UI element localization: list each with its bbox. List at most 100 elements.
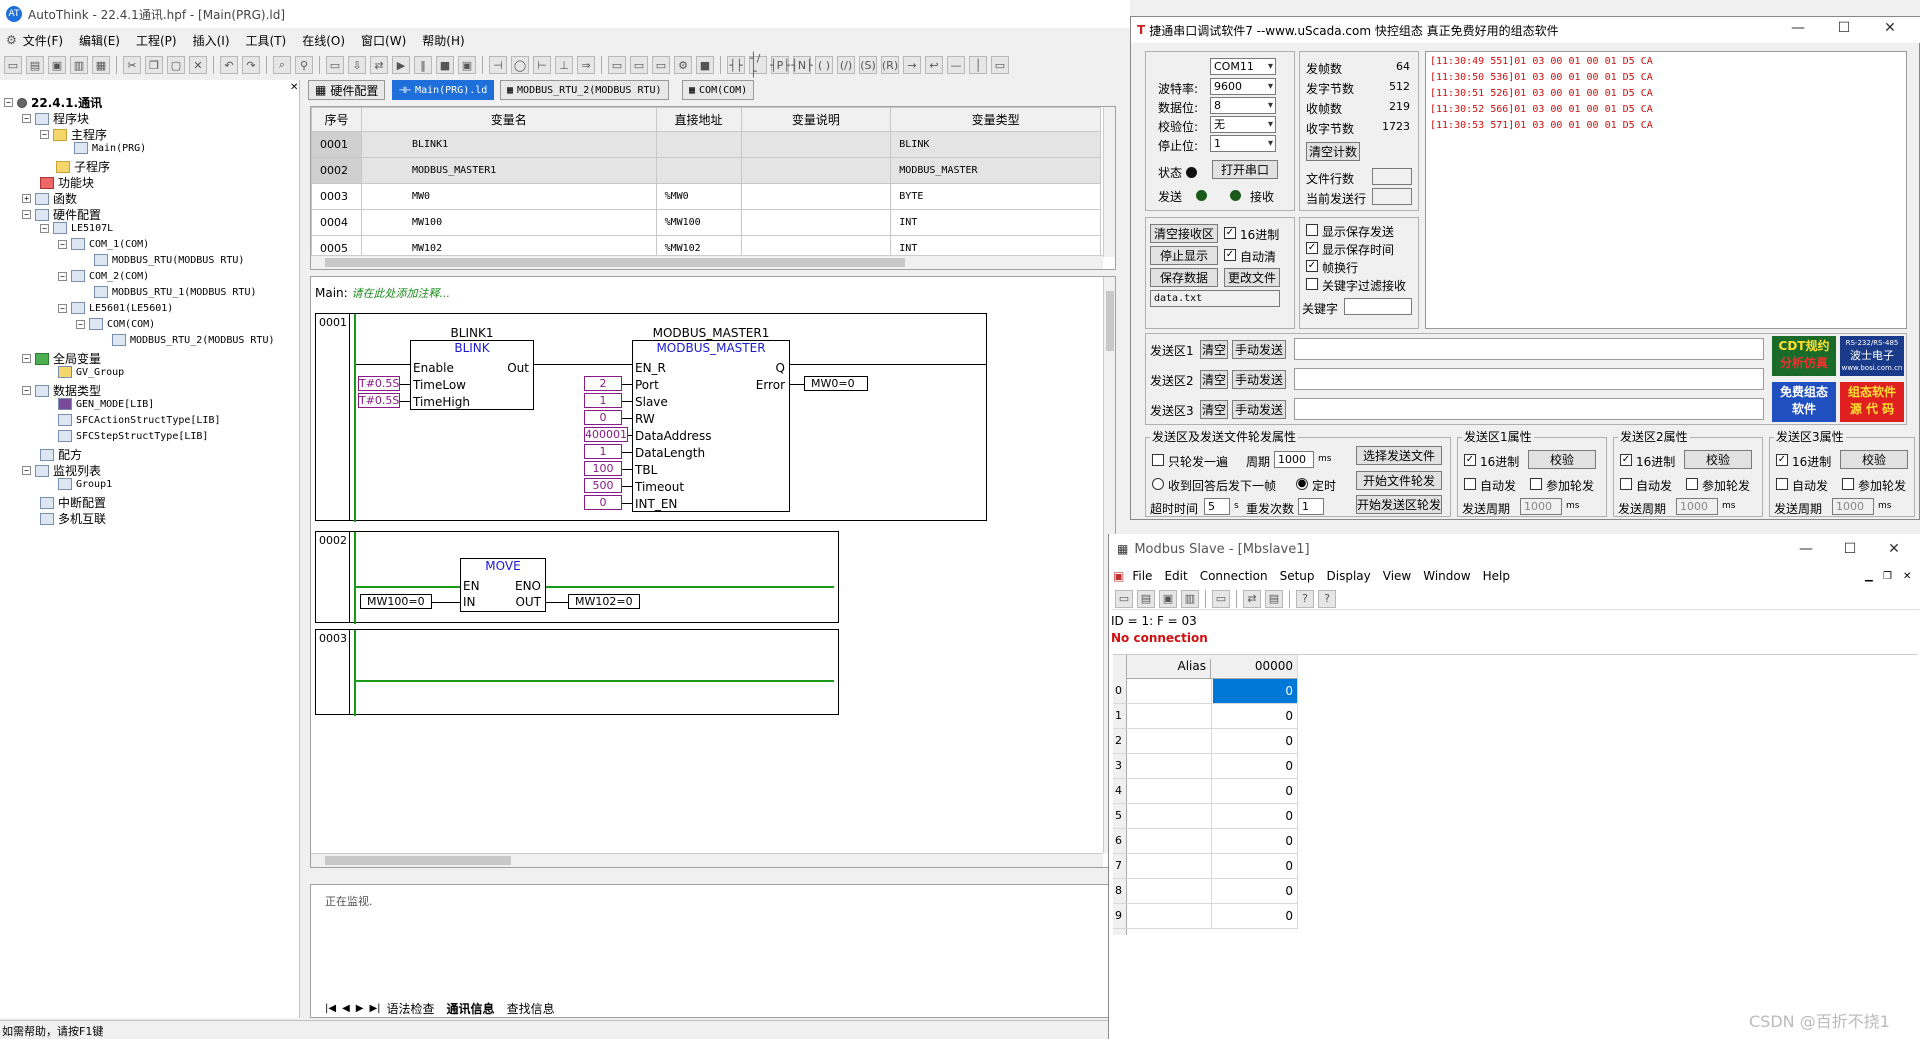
mm-error-output[interactable]: MW0=0 xyxy=(804,376,868,391)
window-icon[interactable]: ▭ xyxy=(1212,589,1230,608)
tree-item[interactable]: Group1 xyxy=(58,478,112,490)
collapse-icon[interactable]: − xyxy=(22,210,31,219)
tab-nav-next[interactable]: ▶ xyxy=(356,1003,364,1014)
clear-zone-2-button[interactable]: 清空 xyxy=(1200,370,1228,389)
contact-no-icon[interactable]: ┤├ xyxy=(727,56,745,74)
pause-icon[interactable]: ‖ xyxy=(414,56,432,74)
stop-display-button[interactable]: 停止显示 xyxy=(1150,246,1218,265)
manual-send-1-button[interactable]: 手动发送 xyxy=(1232,340,1286,359)
register-value[interactable]: 0 xyxy=(1213,884,1297,898)
print-preview-icon[interactable]: ▦ xyxy=(92,56,110,74)
zone2-period-field[interactable]: 1000 xyxy=(1676,498,1718,515)
window3-icon[interactable]: ▭ xyxy=(652,56,670,74)
collapse-icon[interactable]: − xyxy=(22,386,31,395)
menu-view[interactable]: View xyxy=(1383,569,1411,583)
collapse-icon[interactable]: − xyxy=(4,98,13,107)
register-value[interactable]: 0 xyxy=(1213,709,1297,723)
tab-com[interactable]: ▦ COM(COM) xyxy=(682,80,755,100)
register-row[interactable]: 7 0 xyxy=(1113,854,1297,879)
collapse-icon[interactable]: − xyxy=(40,223,49,233)
zone2-autosend-checkbox[interactable] xyxy=(1620,478,1632,490)
timelow-value[interactable]: T#0.5S xyxy=(358,376,400,391)
coil-set-icon[interactable]: (S) xyxy=(859,56,877,74)
cut-icon[interactable]: ✂ xyxy=(123,56,141,74)
delete-icon[interactable]: ✕ xyxy=(189,56,207,74)
tab-find-info[interactable]: 查找信息 xyxy=(507,1000,555,1017)
zone1-hex-checkbox[interactable]: ✓ xyxy=(1464,454,1476,466)
tree-item[interactable]: − COM(COM) xyxy=(76,318,155,330)
child-restore-icon[interactable]: ❐ xyxy=(1883,571,1892,582)
tree-root[interactable]: −22.4.1.通讯 xyxy=(4,94,102,111)
clear-receive-button[interactable]: 清空接收区 xyxy=(1150,224,1218,243)
table-hscrollbar[interactable] xyxy=(311,255,1103,269)
send-zone-1-input[interactable] xyxy=(1294,338,1764,360)
search-icon[interactable]: ⚲ xyxy=(295,56,313,74)
menu-insert[interactable]: 插入(I) xyxy=(193,32,230,49)
ld-coil-icon[interactable]: ◯ xyxy=(511,56,529,74)
tree-item[interactable]: SFCActionStructType[LIB] xyxy=(58,414,221,426)
clear-zone-3-button[interactable]: 清空 xyxy=(1200,400,1228,419)
mm-datalength-value[interactable]: 1 xyxy=(584,444,622,459)
collapse-icon[interactable]: − xyxy=(22,114,31,123)
ld-hscrollbar[interactable] xyxy=(311,853,1103,867)
help-icon[interactable]: ? xyxy=(1296,589,1314,608)
col-addr-header[interactable]: 00000 xyxy=(1213,659,1297,673)
collapse-icon[interactable]: − xyxy=(58,303,67,313)
minimize-icon[interactable]: — xyxy=(1789,538,1823,560)
collapse-icon[interactable]: − xyxy=(58,239,67,249)
stop-icon[interactable]: ■ xyxy=(436,56,454,74)
move-in-value[interactable]: MW100=0 xyxy=(360,594,432,609)
modbus-master-block[interactable]: MODBUS_MASTER EN_R Port Slave RW DataAdd… xyxy=(632,340,790,512)
child-close-icon[interactable]: ✕ xyxy=(1903,571,1911,582)
zone2-poll-checkbox[interactable] xyxy=(1686,478,1698,490)
copy-icon[interactable]: ❐ xyxy=(145,56,163,74)
table-row[interactable]: 0003 MW0 %MW0 BYTE xyxy=(311,183,1101,210)
block-icon[interactable]: ■ xyxy=(696,56,714,74)
send-zone-2-input[interactable] xyxy=(1294,368,1764,390)
timehigh-value[interactable]: T#0.5S xyxy=(358,393,400,408)
tree-item[interactable]: − 数据类型 xyxy=(22,382,101,399)
col-header[interactable]: 序号 xyxy=(311,107,362,132)
col-header[interactable]: 变量说明 xyxy=(740,107,892,132)
tree-item[interactable]: − LE5601(LE5601) xyxy=(58,302,173,314)
tree-item[interactable]: − 全局变量 xyxy=(22,350,101,367)
menu-edit[interactable]: Edit xyxy=(1164,569,1187,583)
scroll-thumb[interactable] xyxy=(1106,291,1114,351)
tree-item[interactable]: − LE5107L xyxy=(40,222,113,234)
zone1-autosend-checkbox[interactable] xyxy=(1464,478,1476,490)
tree-item[interactable]: − 硬件配置 xyxy=(22,206,101,223)
register-row[interactable]: 8 0 xyxy=(1113,879,1297,904)
start-zone-poll-button[interactable]: 开始发送区轮发 xyxy=(1356,495,1442,514)
collapse-icon[interactable]: − xyxy=(76,319,85,329)
show-save-send-checkbox[interactable] xyxy=(1306,224,1318,236)
col-header[interactable]: 变量类型 xyxy=(890,107,1101,132)
register-row[interactable]: 0 0 xyxy=(1113,679,1297,704)
register-value[interactable]: 0 xyxy=(1213,759,1297,773)
tree-item[interactable]: 功能块 xyxy=(40,174,94,191)
rung-0003[interactable]: 0003 xyxy=(315,629,839,716)
tab-nav-last[interactable]: ▶| xyxy=(369,1003,380,1014)
register-value[interactable]: 0 xyxy=(1213,784,1297,798)
ld-comment[interactable]: 请在此处添加注释... xyxy=(352,287,451,300)
tab-comm-info[interactable]: 通讯信息 xyxy=(447,1000,495,1017)
tree-item[interactable]: MODBUS_RTU(MODBUS RTU) xyxy=(94,254,244,266)
register-row[interactable]: 9 0 xyxy=(1113,904,1297,929)
register-row[interactable]: 5 0 xyxy=(1113,804,1297,829)
register-value[interactable]: 0 xyxy=(1213,809,1297,823)
tree-item[interactable]: 多机互联 xyxy=(40,510,106,527)
print-icon[interactable]: ▥ xyxy=(1181,589,1199,608)
menu-file[interactable]: File xyxy=(1132,569,1152,583)
context-help-icon[interactable]: ? xyxy=(1318,589,1336,608)
register-row[interactable]: 3 0 xyxy=(1113,754,1297,779)
mm-port-value[interactable]: 2 xyxy=(584,376,622,391)
autoclear-checkbox[interactable]: ✓ xyxy=(1224,249,1236,261)
disconnect-icon[interactable]: ▤ xyxy=(1265,589,1283,608)
tree-item[interactable]: GEN_MODE[LIB] xyxy=(58,398,154,410)
app-menu-icon[interactable]: ⚙ xyxy=(6,33,17,47)
save-data-button[interactable]: 保存数据 xyxy=(1150,268,1218,287)
col-alias-header[interactable]: Alias xyxy=(1127,659,1211,679)
keyword-filter-checkbox[interactable] xyxy=(1306,278,1318,290)
parity-select[interactable]: 无 xyxy=(1210,116,1276,133)
clear-count-button[interactable]: 清空计数 xyxy=(1306,142,1360,161)
child-minimize-icon[interactable]: ▁ xyxy=(1865,571,1873,582)
